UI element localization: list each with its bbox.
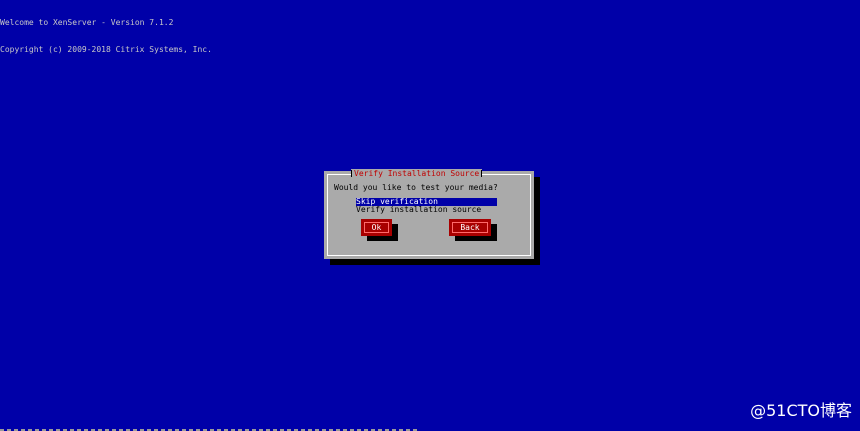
verify-installation-dialog: Verify Installation Source Would you lik… — [324, 169, 534, 259]
back-button[interactable]: Back — [449, 219, 491, 236]
back-button-label: Back — [452, 222, 488, 233]
ok-button-label: Ok — [364, 222, 389, 233]
option-list: Skip verification Verify installation so… — [356, 198, 497, 214]
option-verify-installation-source[interactable]: Verify installation source — [356, 206, 497, 214]
dialog-title: Verify Installation Source — [351, 169, 483, 178]
watermark: @51CTO博客 — [750, 401, 852, 420]
dialog-question: Would you like to test your media? — [334, 183, 498, 192]
console-header: Welcome to XenServer - Version 7.1.2 Cop… — [0, 0, 212, 63]
console-copyright-line: Copyright (c) 2009-2018 Citrix Systems, … — [0, 45, 212, 54]
ok-button[interactable]: Ok — [361, 219, 392, 236]
console-welcome-line: Welcome to XenServer - Version 7.1.2 — [0, 18, 174, 27]
